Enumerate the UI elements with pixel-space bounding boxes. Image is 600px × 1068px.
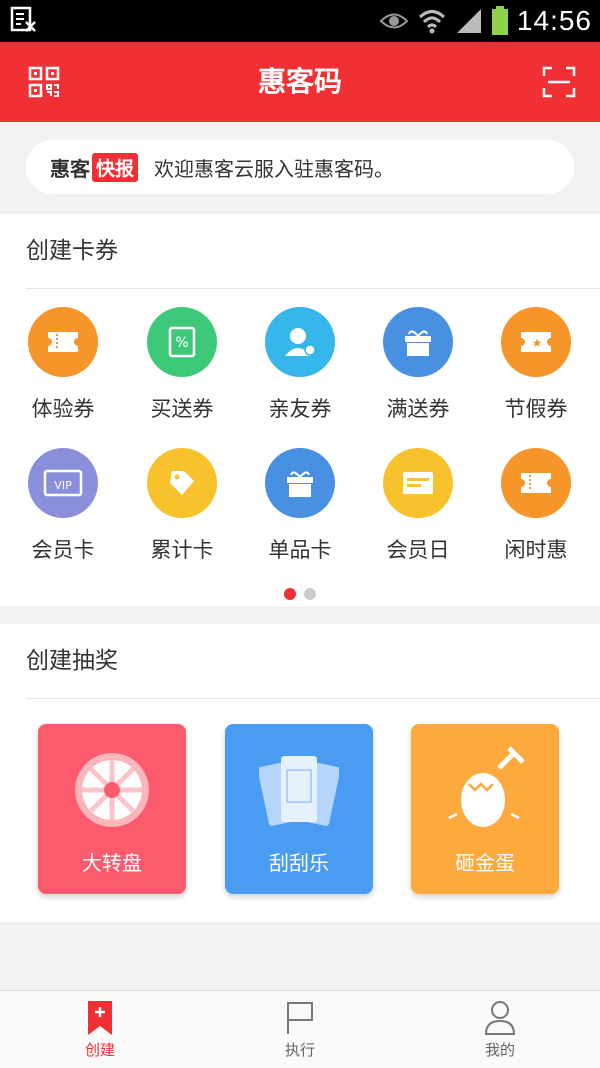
bookmark-plus-icon bbox=[88, 1001, 112, 1035]
coupon-item-full-gift[interactable]: 满送券 bbox=[363, 307, 473, 423]
scratch-card-icon bbox=[259, 756, 339, 826]
status-bar: 14:56 bbox=[0, 0, 600, 42]
coupon-label: 满送券 bbox=[386, 397, 450, 421]
tab-label: 我的 bbox=[484, 1041, 515, 1059]
lottery-label: 大转盘 bbox=[82, 851, 142, 875]
coupon-label: 亲友券 bbox=[268, 397, 332, 421]
gift-box-icon bbox=[265, 448, 335, 518]
eye-icon bbox=[379, 13, 409, 29]
card-icon bbox=[383, 448, 453, 518]
coupon-label: 单品卡 bbox=[268, 538, 332, 562]
tab-mine[interactable]: 我的 bbox=[400, 991, 600, 1068]
coupons-section: 创建卡券 体验券 % 买送券 亲友券 满送券 ★ 节假券 VIP 会员卡 累计卡… bbox=[0, 214, 600, 606]
coupon-label: 会员卡 bbox=[31, 538, 95, 562]
vip-card-icon: VIP bbox=[28, 448, 98, 518]
coupon-item-cumulative-card[interactable]: 累计卡 bbox=[127, 448, 237, 564]
coupon-label: 体验券 bbox=[31, 397, 95, 421]
news-banner[interactable]: 惠客 快报 欢迎惠客云服入驻惠客码。 bbox=[26, 140, 574, 194]
coupon-label: 闲时惠 bbox=[504, 538, 568, 562]
coupon-item-buy-gift[interactable]: % 买送券 bbox=[127, 307, 237, 423]
scan-icon[interactable] bbox=[542, 66, 576, 98]
coupon-item-member-card[interactable]: VIP 会员卡 bbox=[8, 448, 118, 564]
ticket-icon bbox=[501, 448, 571, 518]
lottery-label: 砸金蛋 bbox=[455, 851, 515, 875]
page-indicator bbox=[0, 588, 600, 600]
coupon-item-idle-time[interactable]: 闲时惠 bbox=[481, 448, 591, 564]
tab-label: 创建 bbox=[84, 1041, 115, 1059]
percent-coupon-icon: % bbox=[147, 307, 217, 377]
wifi-icon bbox=[418, 10, 445, 34]
bottom-tab-bar: 创建 执行 我的 bbox=[0, 990, 600, 1068]
coupon-label: 会员日 bbox=[386, 538, 450, 562]
gift-box-icon bbox=[383, 307, 453, 377]
coupon-item-single-card[interactable]: 单品卡 bbox=[245, 448, 355, 564]
coupon-item-holiday[interactable]: ★ 节假券 bbox=[481, 307, 591, 423]
ticket-icon bbox=[28, 307, 98, 377]
page-dot-active[interactable] bbox=[284, 588, 296, 600]
divider bbox=[26, 698, 600, 699]
status-time: 14:56 bbox=[516, 5, 592, 36]
battery-icon bbox=[491, 6, 508, 35]
coupon-label: 买送券 bbox=[150, 397, 214, 421]
lottery-egg-card[interactable]: 砸金蛋 bbox=[411, 724, 559, 894]
svg-text:★: ★ bbox=[532, 336, 543, 350]
tab-label: 执行 bbox=[284, 1041, 315, 1059]
lottery-label: 刮刮乐 bbox=[269, 851, 329, 875]
wheel-icon bbox=[75, 753, 149, 827]
coupon-item-friend[interactable]: 亲友券 bbox=[245, 307, 355, 423]
coupon-item-experience[interactable]: 体验券 bbox=[8, 307, 118, 423]
user-icon bbox=[484, 1001, 516, 1035]
tab-create[interactable]: 创建 bbox=[0, 991, 200, 1068]
svg-text:%: % bbox=[175, 335, 188, 351]
friend-user-icon bbox=[265, 307, 335, 377]
signal-icon bbox=[456, 9, 481, 33]
lottery-section: 创建抽奖 大转盘 刮刮乐 砸金蛋 bbox=[0, 624, 600, 922]
lottery-scratch-card[interactable]: 刮刮乐 bbox=[225, 724, 373, 894]
news-message: 欢迎惠客云服入驻惠客码。 bbox=[154, 156, 395, 181]
tab-execute[interactable]: 执行 bbox=[200, 991, 400, 1068]
notification-app-icon bbox=[10, 6, 36, 32]
page-dot[interactable] bbox=[304, 588, 316, 600]
lottery-wheel-card[interactable]: 大转盘 bbox=[38, 724, 186, 894]
coupon-label: 累计卡 bbox=[150, 538, 214, 562]
news-badge: 快报 bbox=[92, 152, 139, 182]
section-heading: 创建卡券 bbox=[26, 238, 118, 264]
price-tags-icon bbox=[147, 448, 217, 518]
coupon-item-member-day[interactable]: 会员日 bbox=[363, 448, 473, 564]
golden-egg-hammer-icon bbox=[448, 746, 525, 827]
page-title: 惠客码 bbox=[257, 65, 342, 98]
flag-icon bbox=[287, 1002, 313, 1034]
divider bbox=[26, 288, 600, 289]
section-heading: 创建抽奖 bbox=[26, 648, 118, 674]
app-bar: 惠客码 bbox=[0, 42, 600, 122]
holiday-star-ticket-icon: ★ bbox=[501, 307, 571, 377]
svg-text:VIP: VIP bbox=[54, 479, 72, 492]
news-brand: 惠客 bbox=[50, 156, 90, 181]
coupon-label: 节假券 bbox=[504, 397, 568, 421]
